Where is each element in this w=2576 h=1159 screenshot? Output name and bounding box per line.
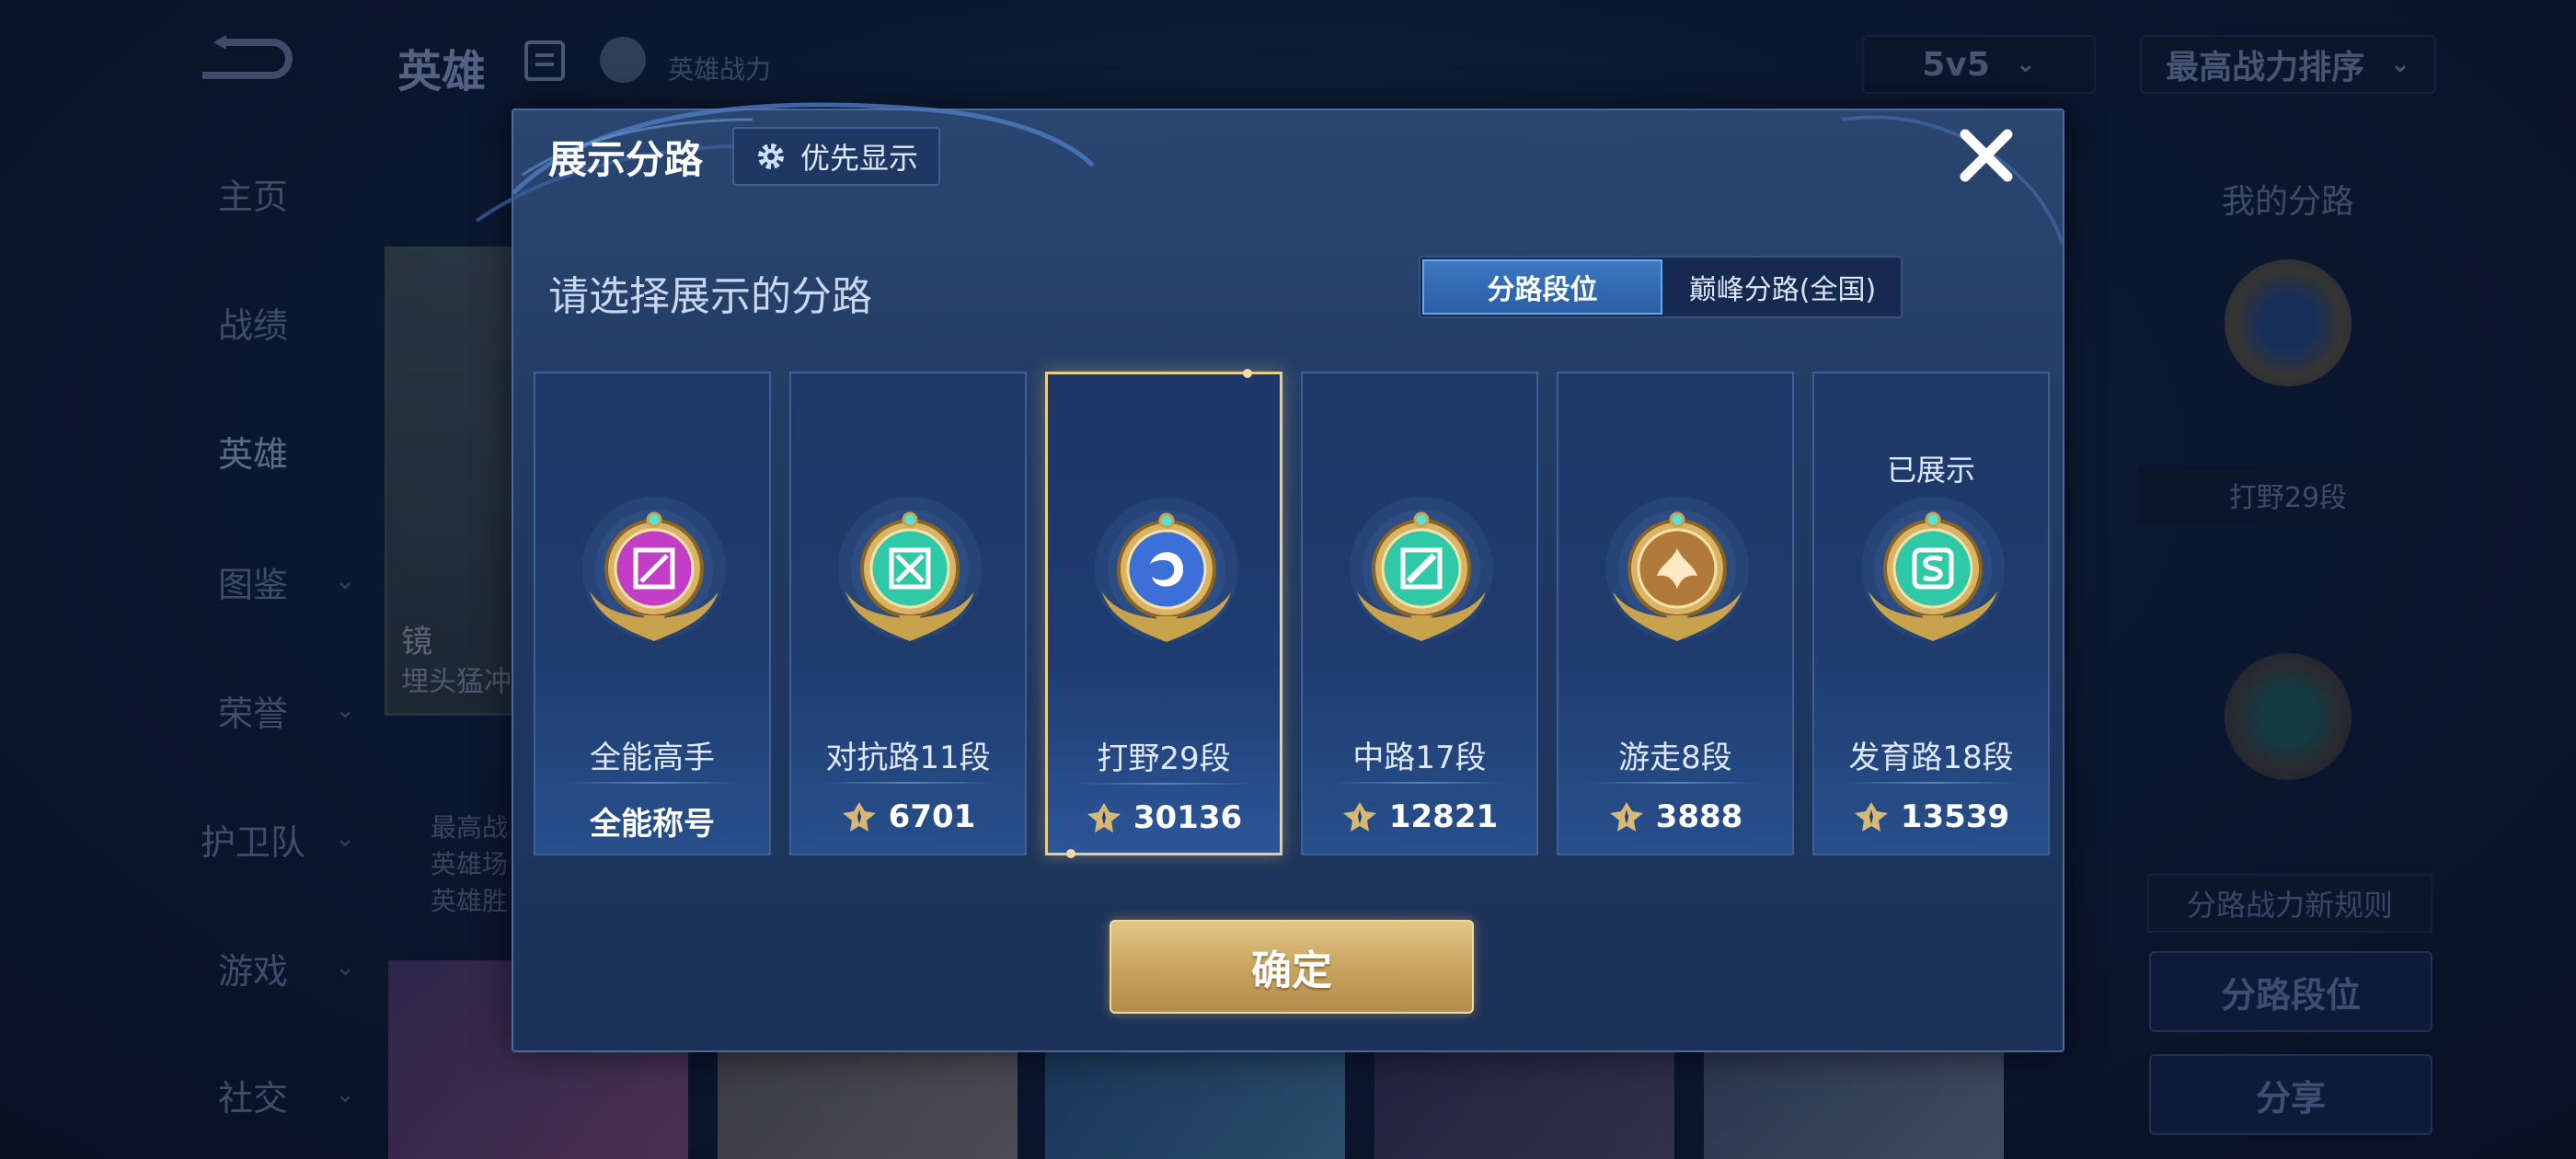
farm-lane-emblem-icon: [1861, 497, 2005, 641]
lane-card[interactable]: 中路17段 12821: [1301, 372, 1538, 855]
rank-type-tabs: 分路段位 巅峰分路(全国): [1419, 256, 1903, 318]
lane-card-list: 全能高手 全能称号 对抗路11段 6701 打野29段 30136 中路17段 12821 游走…: [534, 369, 2052, 859]
lane-card[interactable]: 已展示发育路18段 13539: [1812, 372, 2050, 855]
lane-score-value: 全能称号: [590, 806, 715, 843]
priority-display-label: 优先显示: [800, 141, 919, 176]
clash-lane-emblem-icon: [838, 497, 982, 641]
confirm-button[interactable]: 确定: [1110, 920, 1474, 1014]
lane-card[interactable]: 全能高手 全能称号: [534, 372, 771, 855]
divider: [1586, 782, 1765, 784]
lane-card[interactable]: 对抗路11段 6701: [789, 372, 1027, 855]
lane-score: 6701: [791, 798, 1025, 835]
lane-rank-label: 中路17段: [1352, 740, 1487, 776]
divider: [1330, 782, 1509, 784]
divider: [1075, 783, 1252, 785]
gear-icon: [758, 143, 784, 169]
lane-score: 全能称号: [535, 798, 769, 843]
lane-rank-label: 全能高手: [590, 740, 715, 776]
combat-power-icon: [1342, 802, 1376, 832]
lane-score: 13539: [1814, 798, 2048, 835]
jungle-emblem-icon: [1095, 498, 1238, 642]
combat-power-icon: [1087, 803, 1121, 832]
lane-score: 12821: [1303, 798, 1536, 835]
dialog-subtitle: 请选择展示的分路: [548, 273, 872, 320]
lane-score: 3888: [1558, 798, 1792, 835]
combat-power-icon: [842, 802, 876, 832]
lane-rank-label: 游走8段: [1618, 740, 1732, 776]
divider: [563, 782, 742, 784]
lane-rank-label: 发育路18段: [1848, 740, 2014, 776]
priority-display-button[interactable]: 优先显示: [732, 127, 941, 186]
allround-emblem-icon: [582, 497, 726, 641]
combat-power-icon: [1854, 802, 1888, 832]
lane-rank-label: 打野29段: [1097, 740, 1231, 777]
lane-display-dialog: 展示分路 优先显示 请选择展示的分路 分路段位 巅峰分路(全国) 全能高手全能称…: [475, 102, 2064, 1052]
lane-score-value: 12821: [1388, 798, 1499, 835]
shown-label: 已展示: [1886, 453, 1975, 488]
divider: [819, 782, 997, 784]
roam-emblem-icon: [1605, 497, 1749, 641]
lane-card[interactable]: 打野29段 30136: [1045, 369, 1282, 858]
lane-rank-label: 对抗路11段: [825, 740, 991, 776]
lane-score-value: 6701: [888, 798, 976, 835]
mid-lane-emblem-icon: [1350, 497, 1493, 641]
tab-peak-lane[interactable]: 巅峰分路(全国): [1664, 258, 1901, 316]
lane-score: 30136: [1048, 799, 1280, 836]
lane-score-value: 13539: [1900, 798, 2010, 835]
lane-card[interactable]: 游走8段 3888: [1557, 372, 1794, 855]
tab-lane-rank[interactable]: 分路段位: [1422, 259, 1662, 315]
lane-score-value: 3888: [1655, 798, 1743, 835]
divider: [1842, 782, 2020, 784]
lane-score-value: 30136: [1133, 799, 1243, 836]
close-icon[interactable]: [1954, 123, 2018, 188]
selection-corner: [1243, 369, 1252, 378]
dialog-ornament: [1841, 115, 2064, 245]
selection-corner: [1066, 849, 1075, 858]
dialog-title: 展示分路: [548, 137, 704, 182]
combat-power-icon: [1609, 802, 1643, 832]
